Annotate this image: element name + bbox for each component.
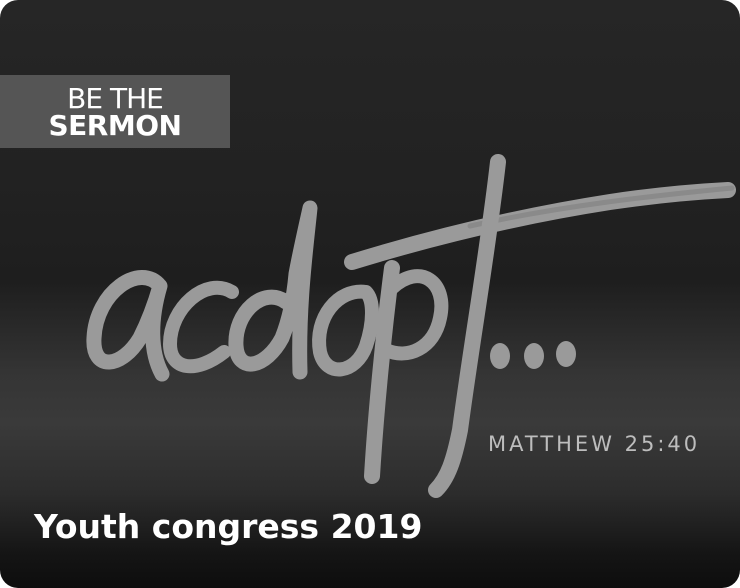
ellipsis-dot-2 [524, 343, 544, 369]
letter-c [163, 280, 239, 374]
scripture-reference: MATTHEW 25:40 [488, 432, 701, 456]
ellipsis-dot-3 [556, 341, 576, 367]
letter-o [312, 284, 379, 377]
ellipsis-dot-1 [490, 343, 510, 369]
event-title: Youth congress 2019 [34, 507, 423, 546]
letter-d [228, 200, 318, 380]
event-card[interactable]: BE THE SERMON MATTHEW 25:40 Youth congre… [0, 0, 740, 588]
letter-t-crossbar [344, 182, 736, 270]
adopt-brush-lettering [86, 154, 736, 498]
letter-a [86, 270, 170, 382]
